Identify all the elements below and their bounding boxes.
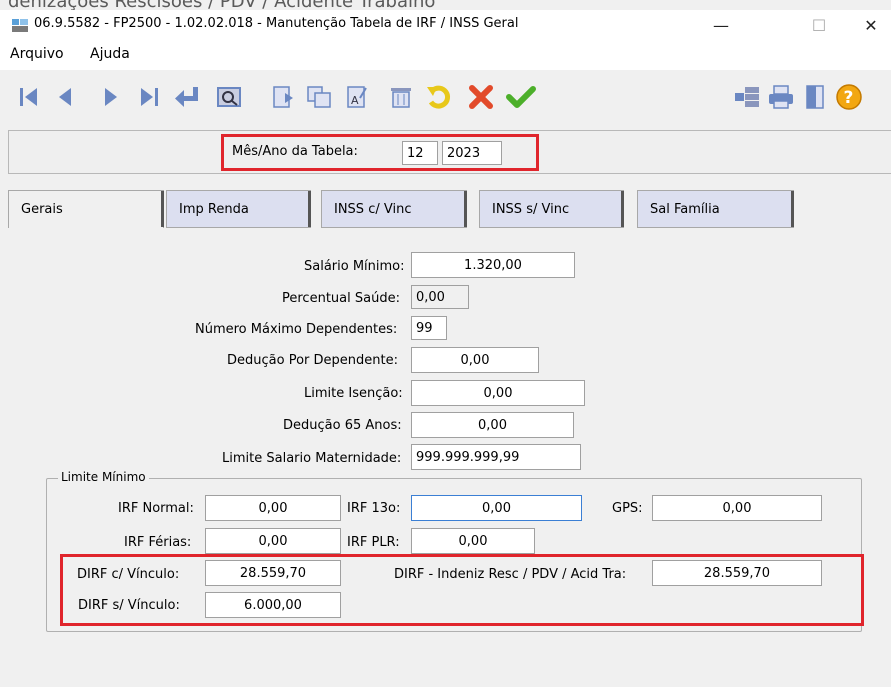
month-input[interactable]: 12 bbox=[402, 141, 438, 165]
tab-inss-s-vinc[interactable]: INSS s/ Vinc bbox=[479, 190, 624, 228]
irf-plr-input[interactable]: 0,00 bbox=[411, 528, 535, 554]
dirf-c-vinculo-input[interactable]: 28.559,70 bbox=[205, 560, 341, 586]
salario-minimo-input[interactable]: 1.320,00 bbox=[411, 252, 575, 278]
dirf-indeniz-label: DIRF - Indeniz Resc / PDV / Acid Tra: bbox=[394, 567, 627, 582]
tab-sal-familia[interactable]: Sal Família bbox=[637, 190, 794, 228]
irf-ferias-input[interactable]: 0,00 bbox=[205, 528, 341, 554]
maximize-button[interactable]: ☐ bbox=[796, 12, 842, 38]
help-icon[interactable]: ? bbox=[834, 82, 864, 112]
percentual-saude-input[interactable]: 0,00 bbox=[411, 285, 469, 309]
dirf-c-vinculo-label: DIRF c/ Vínculo: bbox=[77, 567, 180, 582]
limite-minimo-title: Limite Mínimo bbox=[58, 470, 149, 484]
tab-gerais[interactable]: Gerais bbox=[8, 190, 164, 228]
salario-minimo-label: Salário Mínimo: bbox=[304, 259, 405, 274]
mes-ano-label: Mês/Ano da Tabela: bbox=[232, 144, 358, 159]
print-icon[interactable] bbox=[766, 82, 796, 112]
num-max-dependentes-label: Número Máximo Dependentes: bbox=[195, 322, 398, 337]
limite-maternidade-input[interactable]: 999.999.999,99 bbox=[411, 444, 581, 470]
deducao-65-input[interactable]: 0,00 bbox=[411, 412, 574, 438]
delete-icon[interactable] bbox=[386, 82, 416, 112]
tab-imp-renda-label: Imp Renda bbox=[179, 201, 249, 217]
limite-maternidade-label: Limite Salario Maternidade: bbox=[222, 451, 402, 466]
svg-text:A: A bbox=[351, 94, 359, 107]
deducao-dependente-input[interactable]: 0,00 bbox=[411, 347, 539, 373]
prev-record-icon[interactable] bbox=[50, 82, 80, 112]
first-record-icon[interactable] bbox=[14, 82, 44, 112]
irf-normal-input[interactable]: 0,00 bbox=[205, 495, 341, 521]
menu-ajuda[interactable]: Ajuda bbox=[90, 46, 130, 62]
irf-13-label: IRF 13o: bbox=[347, 501, 401, 516]
undo-icon[interactable] bbox=[424, 82, 454, 112]
percentual-saude-label: Percentual Saúde: bbox=[282, 291, 400, 306]
irf-ferias-label: IRF Férias: bbox=[124, 535, 192, 550]
app-icon bbox=[12, 19, 28, 32]
tab-sal-familia-label: Sal Família bbox=[650, 201, 720, 217]
tree-icon[interactable] bbox=[732, 82, 762, 112]
menu-bar: Arquivo Ajuda bbox=[0, 40, 891, 70]
deducao-65-label: Dedução 65 Anos: bbox=[283, 418, 402, 433]
tab-gerais-label: Gerais bbox=[21, 202, 63, 217]
tab-inss-s-vinc-label: INSS s/ Vinc bbox=[492, 201, 570, 217]
dirf-s-vinculo-input[interactable]: 6.000,00 bbox=[205, 592, 341, 618]
gps-input[interactable]: 0,00 bbox=[652, 495, 822, 521]
svg-text:?: ? bbox=[844, 88, 854, 108]
toolbar: A ? bbox=[0, 72, 891, 122]
num-max-dependentes-input[interactable]: 99 bbox=[411, 316, 447, 340]
dirf-s-vinculo-label: DIRF s/ Vínculo: bbox=[78, 598, 180, 613]
menu-arquivo[interactable]: Arquivo bbox=[10, 46, 64, 62]
title-bar: 06.9.5582 - FP2500 - 1.02.02.018 - Manut… bbox=[0, 10, 891, 40]
cancel-icon[interactable] bbox=[466, 82, 496, 112]
gps-label: GPS: bbox=[612, 501, 643, 516]
dirf-indeniz-input[interactable]: 28.559,70 bbox=[652, 560, 822, 586]
minimize-button[interactable]: — bbox=[698, 12, 744, 38]
next-record-icon[interactable] bbox=[96, 82, 126, 112]
edit-icon[interactable]: A bbox=[342, 82, 372, 112]
irf-plr-label: IRF PLR: bbox=[347, 535, 400, 550]
last-record-icon[interactable] bbox=[134, 82, 164, 112]
return-icon[interactable] bbox=[172, 82, 202, 112]
new-icon[interactable] bbox=[268, 82, 298, 112]
tab-inss-c-vinc-label: INSS c/ Vinc bbox=[334, 201, 412, 217]
exit-icon[interactable] bbox=[800, 82, 830, 112]
limite-isencao-label: Limite Isenção: bbox=[304, 386, 403, 401]
preview-icon[interactable] bbox=[214, 82, 244, 112]
window-title: 06.9.5582 - FP2500 - 1.02.02.018 - Manut… bbox=[34, 16, 519, 31]
year-input[interactable]: 2023 bbox=[442, 141, 502, 165]
irf-13-input[interactable]: 0,00 bbox=[411, 495, 582, 521]
confirm-icon[interactable] bbox=[506, 82, 536, 112]
close-button[interactable]: ✕ bbox=[848, 12, 891, 38]
limite-isencao-input[interactable]: 0,00 bbox=[411, 380, 585, 406]
copy-icon[interactable] bbox=[304, 82, 334, 112]
deducao-dependente-label: Dedução Por Dependente: bbox=[227, 353, 398, 368]
tab-inss-c-vinc[interactable]: INSS c/ Vinc bbox=[321, 190, 467, 228]
tab-imp-renda[interactable]: Imp Renda bbox=[166, 190, 311, 228]
irf-normal-label: IRF Normal: bbox=[118, 501, 194, 516]
